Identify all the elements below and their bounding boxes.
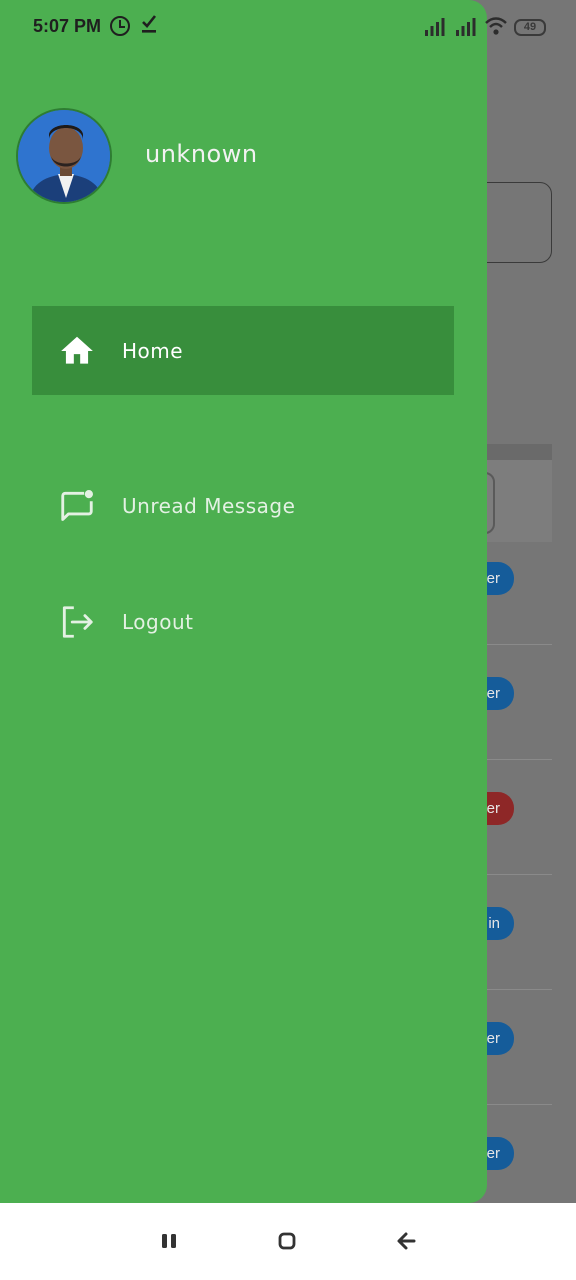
home-nav-icon[interactable] [275,1229,299,1253]
drawer-item-label: Home [122,339,184,363]
wifi-icon [485,17,507,35]
drawer-item-home[interactable]: Home [32,306,454,395]
navigation-drawer: unknown Home Unread Message Logout [0,0,487,1203]
signal-icon [425,18,445,36]
avatar-photo [18,110,110,202]
status-time: 5:07 PM [33,16,102,36]
download-done-icon [142,15,157,33]
recents-icon[interactable] [157,1229,181,1253]
system-navigation-bar [0,1203,576,1280]
logout-icon [62,606,93,638]
battery-icon: 49 [514,19,546,36]
drawer-item-unread-message[interactable]: Unread Message [32,460,454,549]
user-name: unknown [145,140,258,168]
drawer-item-label: Unread Message [122,494,296,518]
status-bar: 5:07 PM 49 [0,0,576,56]
signal-icon [456,18,476,36]
avatar[interactable] [16,108,112,204]
home-icon [61,336,93,364]
drawer-item-logout[interactable]: Logout [32,576,454,665]
message-badge-icon [61,490,93,521]
back-icon[interactable] [394,1229,418,1253]
clock-icon [110,16,130,36]
drawer-item-label: Logout [122,610,194,634]
